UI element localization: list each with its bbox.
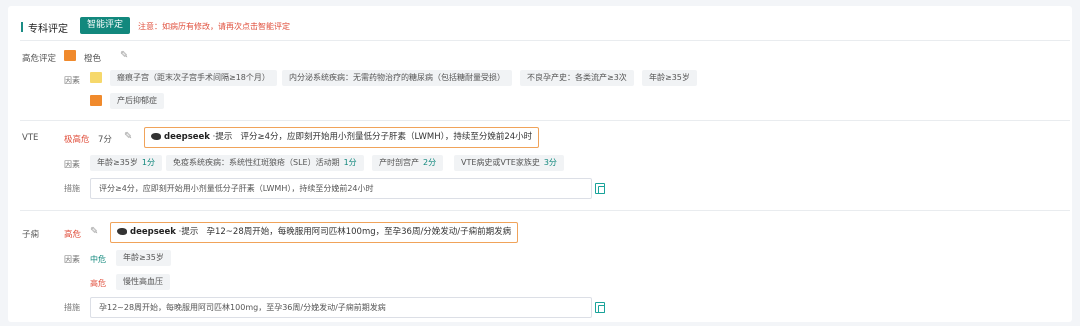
risk-level-text: 橙色 — [84, 54, 102, 64]
deepseek-brand: deepseek — [164, 132, 210, 142]
factor-color-swatch — [90, 95, 102, 106]
factor-chip: 年龄≥35岁 — [116, 250, 171, 266]
vte-label: VTE — [22, 133, 39, 143]
factor-chip: 慢性高血压 — [116, 274, 170, 290]
factor-chip: 年龄≥35岁 — [642, 70, 697, 86]
deepseek-hint-box: deepseek ·提示 孕12~28周开始，每晚服用阿司匹林100mg，至孕3… — [110, 222, 519, 243]
high-risk-sub-label: 高危 — [90, 279, 106, 288]
factor-chip: 产后抑郁症 — [110, 93, 164, 109]
edit-pencil-icon[interactable]: ✎ — [120, 50, 128, 61]
warning-text: 注意：如病历有修改，请再次点击智能评定 — [138, 22, 290, 31]
factors-label: 因素 — [64, 160, 80, 169]
factors-label: 因素 — [64, 255, 80, 264]
section-accent-bar — [21, 22, 23, 32]
factor-chip: VTE病史或VTE家族史 3分 — [454, 155, 564, 171]
preeclampsia-risk-level: 高危 — [64, 230, 82, 240]
deepseek-hint-box: deepseek ·提示 评分≥4分，应即刻开始用小剂量低分子肝素（LWMH），… — [144, 127, 540, 148]
copy-icon[interactable] — [595, 302, 605, 313]
measures-label: 措施 — [64, 303, 80, 312]
risk-color-swatch — [64, 50, 76, 61]
section-divider — [20, 120, 1070, 121]
deepseek-whale-icon — [117, 228, 127, 235]
factor-chip: 年龄≥35岁 1分 — [90, 155, 162, 171]
preeclampsia-measures-field[interactable]: 孕12~28周开始，每晚服用阿司匹林100mg，至孕36周/分娩发动/子痫前期发… — [90, 297, 592, 318]
factor-score: 2分 — [423, 158, 437, 167]
section-divider — [20, 210, 1070, 211]
deepseek-hint-text: 孕12~28周开始，每晚服用阿司匹林100mg，至孕36周/分娩发动/子痫前期发… — [206, 227, 512, 237]
deepseek-whale-icon — [151, 133, 161, 140]
factors-label: 因素 — [64, 76, 80, 85]
specialty-assessment-card: 专科评定 智能评定 注意：如病历有修改，请再次点击智能评定 高危评定 橙色 ✎ … — [8, 6, 1072, 322]
factor-name: 免疫系统疾病：系统性红斑狼疮（SLE）活动期 — [173, 158, 340, 167]
measures-label: 措施 — [64, 184, 80, 193]
factor-score: 3分 — [543, 158, 557, 167]
factor-score: 1分 — [141, 158, 155, 167]
factor-name: 产时剖宫产 — [379, 158, 419, 167]
factor-score: 1分 — [343, 158, 357, 167]
deepseek-hint-text: 评分≥4分，应即刻开始用小剂量低分子肝素（LWMH），持续至分娩前24小时 — [240, 132, 533, 142]
vte-risk-level: 极高危 — [64, 135, 90, 145]
deepseek-tag: ·提示 — [212, 132, 233, 142]
high-risk-label: 高危评定 — [22, 54, 57, 64]
mid-risk-label: 中危 — [90, 255, 106, 264]
factor-chip: 不良孕产史：各类流产≥3次 — [520, 70, 634, 86]
factor-chip: 产时剖宫产 2分 — [372, 155, 444, 171]
smart-assess-button[interactable]: 智能评定 — [80, 17, 130, 34]
factor-color-swatch — [90, 72, 102, 83]
factor-chip: 瘢痕子宫（距末次子宫手术间隔≥18个月） — [110, 70, 277, 86]
factor-chip: 内分泌系统疾病：无需药物治疗的糖尿病（包括糖耐量受损） — [282, 70, 512, 86]
vte-measures-field[interactable]: 评分≥4分，应即刻开始用小剂量低分子肝素（LWMH），持续至分娩前24小时 — [90, 178, 592, 199]
deepseek-tag: ·提示 — [178, 227, 199, 237]
section-title: 专科评定 — [28, 24, 68, 35]
edit-pencil-icon[interactable]: ✎ — [124, 131, 132, 142]
header-divider — [20, 40, 1070, 41]
vte-score: 7分 — [98, 135, 112, 145]
factor-name: 年龄≥35岁 — [97, 158, 138, 167]
factor-name: VTE病史或VTE家族史 — [461, 158, 540, 167]
factor-chip: 免疫系统疾病：系统性红斑狼疮（SLE）活动期 1分 — [166, 155, 364, 171]
copy-icon[interactable] — [595, 183, 605, 194]
preeclampsia-label: 子痫 — [22, 230, 40, 240]
edit-pencil-icon[interactable]: ✎ — [90, 226, 98, 237]
deepseek-brand: deepseek — [130, 227, 176, 237]
